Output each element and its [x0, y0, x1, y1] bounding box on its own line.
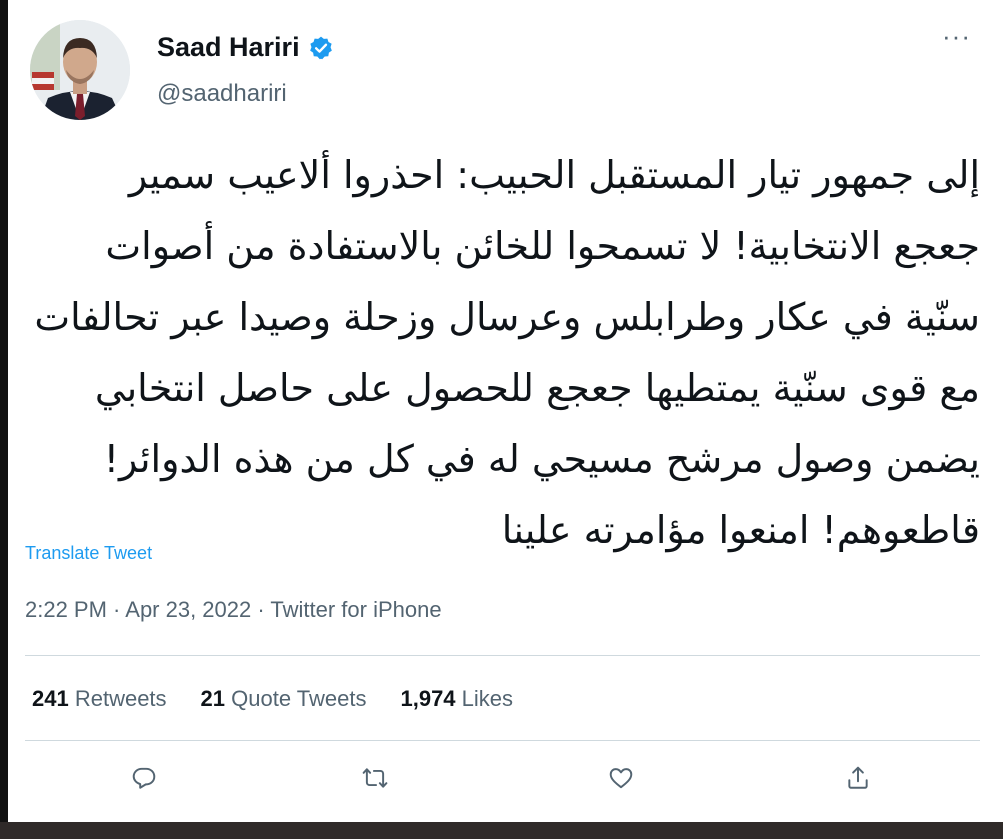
- author-row: Saad Hariri: [157, 32, 334, 63]
- more-options-icon[interactable]: ···: [942, 23, 971, 49]
- share-icon: [848, 766, 868, 789]
- author-handle[interactable]: @saadhariri: [157, 80, 287, 108]
- retweets-count: 241: [32, 686, 69, 711]
- tweet-stats: 241 Retweets 21 Quote Tweets 1,974 Likes: [32, 686, 513, 712]
- retweets-stat[interactable]: 241 Retweets: [32, 686, 167, 712]
- quote-tweets-stat[interactable]: 21 Quote Tweets: [201, 686, 367, 712]
- reply-button[interactable]: [126, 760, 162, 796]
- tweet-text-line: مع قوى سنّية يمتطيها جعجع للحصول على حاص…: [94, 366, 980, 410]
- tweet-text: إلى جمهور تيار المستقبل الحبيب: احذروا أ…: [25, 140, 980, 566]
- quote-tweets-label: Quote Tweets: [225, 686, 367, 711]
- likes-count: 1,974: [400, 686, 456, 711]
- likes-stat[interactable]: 1,974 Likes: [400, 686, 513, 712]
- tweet-text-line: سنّية في عكار وطرابلس وعرسال وزحلة وصيدا…: [34, 295, 980, 339]
- screenshot-frame-left: [0, 0, 8, 839]
- tweet-actions: [0, 760, 1003, 804]
- share-button[interactable]: [840, 760, 876, 796]
- like-button[interactable]: [603, 760, 639, 796]
- divider: [25, 655, 980, 656]
- divider: [25, 740, 980, 741]
- likes-label: Likes: [455, 686, 514, 711]
- tweet-text-line: يضمن وصول مرشح مسيحي له في كل من هذه الد…: [103, 437, 980, 481]
- verified-badge-icon: [308, 35, 334, 61]
- retweets-label: Retweets: [68, 686, 167, 711]
- retweet-icon: [362, 768, 388, 788]
- heart-icon: [609, 768, 633, 789]
- tweet-timestamp[interactable]: 2:22 PM · Apr 23, 2022 · Twitter for iPh…: [25, 597, 442, 623]
- tweet-text-line: جعجع الانتخابية! لا تسمحوا للخائن بالاست…: [105, 224, 980, 268]
- avatar[interactable]: [30, 20, 130, 120]
- profile-photo: [30, 20, 130, 120]
- translate-tweet-link[interactable]: Translate Tweet: [25, 543, 152, 564]
- quote-tweets-count: 21: [200, 686, 226, 711]
- retweet-button[interactable]: [357, 760, 393, 796]
- reply-icon: [132, 767, 156, 789]
- screenshot-frame-bottom: [0, 822, 1003, 839]
- author-name[interactable]: Saad Hariri: [157, 32, 300, 63]
- tweet-text-line: إلى جمهور تيار المستقبل الحبيب: احذروا أ…: [128, 153, 980, 197]
- tweet-text-line: قاطعوهم! امنعوا مؤامرته علينا: [501, 508, 980, 552]
